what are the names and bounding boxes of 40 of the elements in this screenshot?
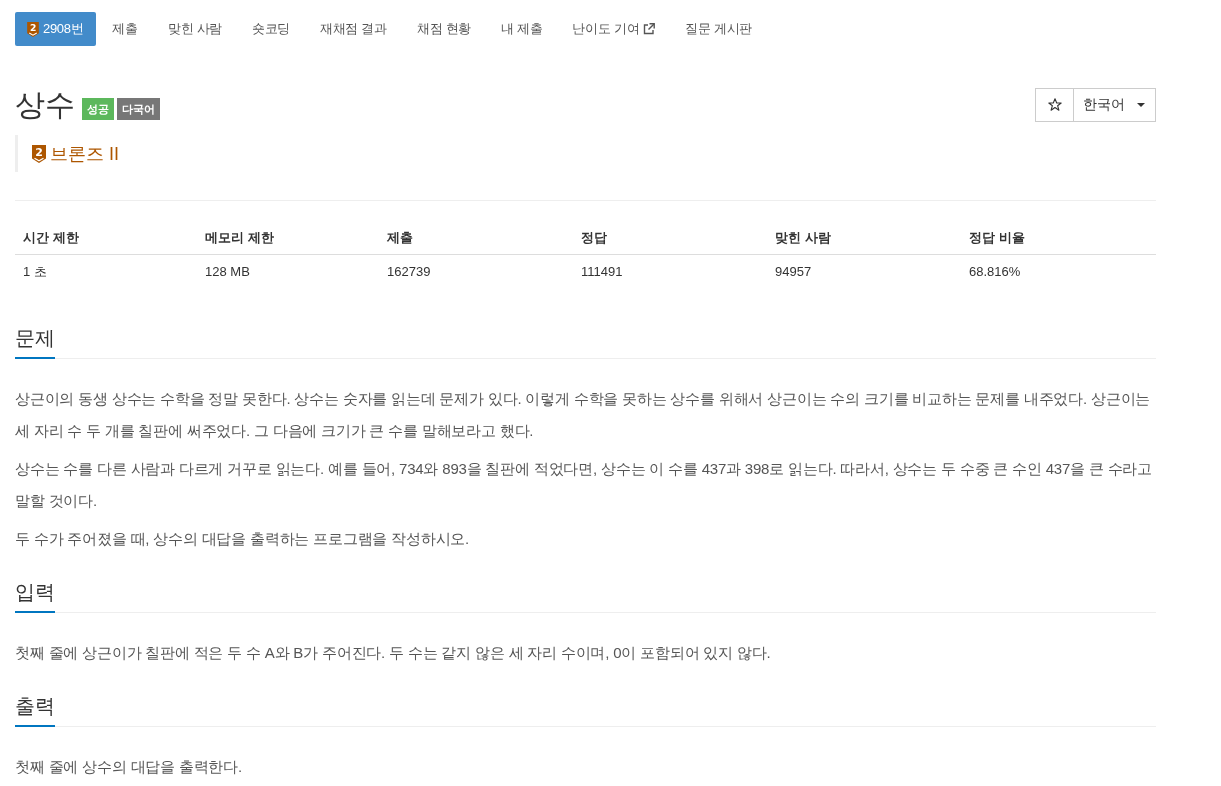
nav-tab[interactable]: 난이도 기여	[558, 12, 670, 46]
nav-tab[interactable]: 숏코딩	[237, 12, 305, 46]
nav-tab[interactable]: 질문 게시판	[671, 12, 767, 46]
section-heading: 출력	[15, 691, 55, 727]
table-cell-text: 68.816%	[968, 263, 1022, 281]
favorite-button[interactable]	[1035, 88, 1074, 122]
nav-tab[interactable]: 재채점 결과	[306, 12, 401, 46]
external-link-icon	[643, 23, 656, 35]
problem-title: 상수	[15, 87, 75, 123]
paragraph: 상수는 수를 다른 사람과 다르게 거꾸로 읽는다. 예를 들어, 734와 893을 칠판에 적었다면, 상수는 이 수를 437과 398로 읽는다. 따라서, 상수는 두 수중 큰 수인 437을 큰 수라고 말할 것이다.	[15, 459, 1154, 511]
status-label: 다국어	[117, 98, 160, 120]
table-cell-text: 111491	[580, 263, 624, 281]
column-header: 시간 제한	[15, 221, 197, 255]
tier-icon: 2	[27, 21, 39, 37]
nav-tab[interactable]: 맞힌 사람	[153, 12, 236, 46]
star-icon	[1047, 98, 1062, 112]
caret-icon	[1137, 103, 1145, 107]
table-cell-text: 162739	[386, 263, 432, 281]
paragraph: 첫째 줄에 상근이가 칠판에 적은 두 수 A와 B가 주어진다. 두 수는 같지 않은 세 자리 수이며, 0이 포함되어 있지 않다.	[15, 643, 772, 663]
tier-link[interactable]: 브론즈 II	[50, 141, 119, 166]
table-cell-text: 1 초	[22, 263, 48, 281]
column-header: 메모리 제한	[197, 221, 379, 255]
nav-tab[interactable]: 내 제출	[487, 12, 557, 46]
column-header: 제출	[379, 221, 573, 255]
paragraph: 상근이의 동생 상수는 수학을 정말 못한다. 상수는 숫자를 읽는데 문제가 있다. 이렇게 수학을 못하는 상수를 위해서 상근이는 수의 크기를 비교하는 문제를 내주었다. 상근이는 세 자리 수 두 개를 칠판에 써주었다. 그 다음에 크기가 큰 수를 말해보라고 했다.	[15, 389, 1152, 441]
paragraph: 두 수가 주어졌을 때, 상수의 대답을 출력하는 프로그램을 작성하시오.	[15, 529, 471, 549]
nav-tab[interactable]: 채점 현황	[402, 12, 485, 46]
table-cell-text: 94957	[774, 263, 813, 281]
nav-tab[interactable]: 제출	[98, 12, 152, 46]
section-heading: 문제	[15, 323, 55, 359]
column-header: 정답 비율	[961, 221, 1156, 255]
column-header: 맞힌 사람	[767, 221, 961, 255]
section-heading: 입력	[15, 577, 55, 613]
column-header: 정답	[573, 221, 767, 255]
language-dropdown[interactable]: 한국어	[1074, 88, 1156, 122]
tier-icon: 2	[32, 144, 46, 163]
status-label: 성공	[82, 98, 114, 120]
nav-tab[interactable]: 2 2908번	[15, 12, 97, 46]
table-cell-text: 128 MB	[204, 263, 251, 281]
paragraph: 첫째 줄에 상수의 대답을 출력한다.	[15, 757, 244, 777]
